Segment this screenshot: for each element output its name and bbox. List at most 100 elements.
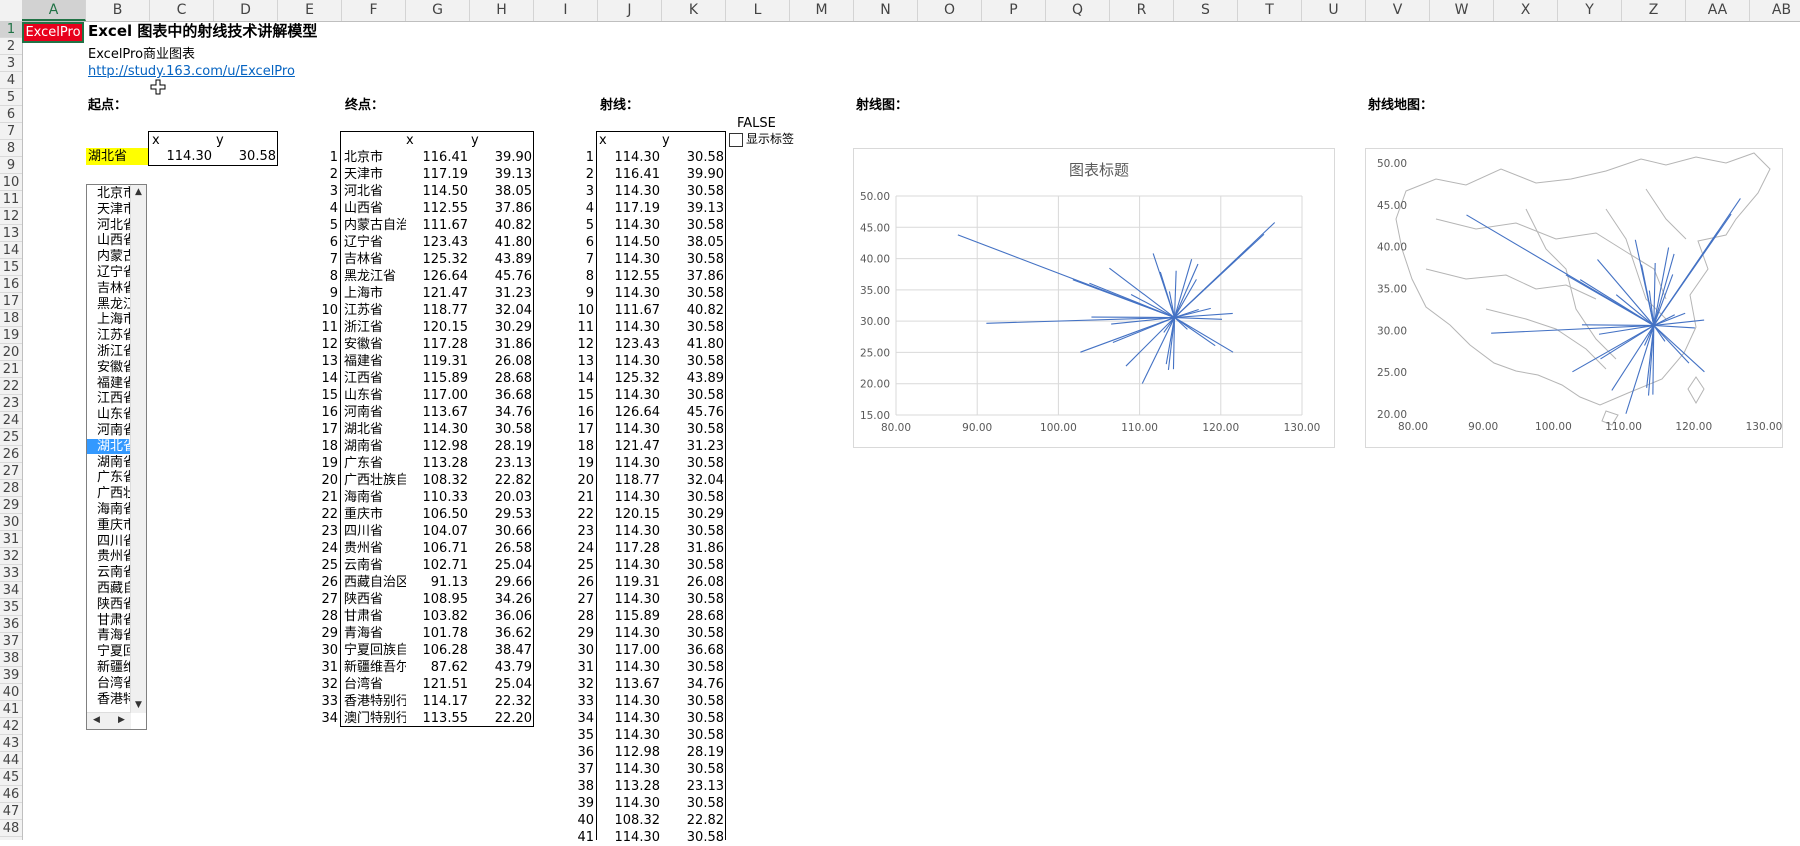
listbox-item[interactable]: 江苏省 [87,328,131,344]
row-header-8[interactable]: 8 [0,140,22,157]
row-header-10[interactable]: 10 [0,174,22,191]
listbox-item[interactable]: 甘肃省 [87,613,131,629]
listbox-item[interactable]: 河北省 [87,218,131,234]
listbox-item[interactable]: 广东省 [87,470,131,486]
row-header-44[interactable]: 44 [0,752,22,769]
listbox-item[interactable]: 四川省 [87,534,131,550]
row-header-17[interactable]: 17 [0,293,22,310]
row-header-2[interactable]: 2 [0,38,22,55]
row-header-15[interactable]: 15 [0,259,22,276]
listbox-item[interactable]: 重庆市 [87,518,131,534]
row-header-23[interactable]: 23 [0,395,22,412]
row-header-22[interactable]: 22 [0,378,22,395]
column-header-Q[interactable]: Q [1046,0,1110,21]
row-header-41[interactable]: 41 [0,701,22,718]
listbox-item[interactable]: 山西省 [87,233,131,249]
listbox-item[interactable]: 台湾省 [87,676,131,692]
row-header-24[interactable]: 24 [0,412,22,429]
listbox-item[interactable]: 河南省 [87,423,131,439]
column-header-I[interactable]: I [534,0,598,21]
listbox-vertical-scrollbar[interactable]: ▲ ▼ [130,185,146,713]
column-header-G[interactable]: G [406,0,470,21]
column-header-W[interactable]: W [1430,0,1494,21]
column-header-K[interactable]: K [662,0,726,21]
column-header-D[interactable]: D [214,0,278,21]
listbox-item[interactable]: 天津市 [87,202,131,218]
column-header-J[interactable]: J [598,0,662,21]
row-header-38[interactable]: 38 [0,650,22,667]
scroll-down-icon[interactable]: ▼ [132,699,145,712]
row-header-1[interactable]: 1 [0,21,22,38]
listbox-item[interactable]: 香港特 [87,692,131,708]
listbox-item[interactable]: 北京市 [87,186,131,202]
column-header-N[interactable]: N [854,0,918,21]
listbox-item[interactable]: 安徽省 [87,360,131,376]
listbox-item[interactable]: 浙江省 [87,344,131,360]
row-header-30[interactable]: 30 [0,514,22,531]
column-header-B[interactable]: B [86,0,150,21]
column-header-AA[interactable]: AA [1686,0,1750,21]
ray-chart[interactable]: 图表标题 80.00 90.00 100.00 110.00 120.00 130.00 15… [853,148,1335,448]
row-header-48[interactable]: 48 [0,820,22,837]
listbox-item[interactable]: 湖北省 [87,438,131,455]
listbox-item[interactable]: 西藏自 [87,581,131,597]
website-link[interactable]: http://study.163.com/u/ExcelPro [88,63,295,80]
row-header-32[interactable]: 32 [0,548,22,565]
column-header-T[interactable]: T [1238,0,1302,21]
listbox-item[interactable]: 吉林省 [87,281,131,297]
row-header-16[interactable]: 16 [0,276,22,293]
row-header-39[interactable]: 39 [0,667,22,684]
row-header-26[interactable]: 26 [0,446,22,463]
row-header-35[interactable]: 35 [0,599,22,616]
column-header-P[interactable]: P [982,0,1046,21]
column-header-M[interactable]: M [790,0,854,21]
row-header-6[interactable]: 6 [0,106,22,123]
listbox-item[interactable]: 内蒙古 [87,249,131,265]
column-header-R[interactable]: R [1110,0,1174,21]
row-header-40[interactable]: 40 [0,684,22,701]
column-header-X[interactable]: X [1494,0,1558,21]
row-header-5[interactable]: 5 [0,89,22,106]
row-header-21[interactable]: 21 [0,361,22,378]
row-header-42[interactable]: 42 [0,718,22,735]
column-header-F[interactable]: F [342,0,406,21]
row-header-18[interactable]: 18 [0,310,22,327]
listbox-item[interactable]: 陕西省 [87,597,131,613]
row-header-34[interactable]: 34 [0,582,22,599]
listbox-item[interactable]: 上海市 [87,312,131,328]
column-header-L[interactable]: L [726,0,790,21]
column-header-O[interactable]: O [918,0,982,21]
listbox-item[interactable]: 广西壮 [87,486,131,502]
row-header-47[interactable]: 47 [0,803,22,820]
row-header-19[interactable]: 19 [0,327,22,344]
scroll-up-icon[interactable]: ▲ [132,186,145,199]
column-header-Y[interactable]: Y [1558,0,1622,21]
column-header-C[interactable]: C [150,0,214,21]
listbox-item[interactable]: 海南省 [87,502,131,518]
listbox-item[interactable]: 新疆维 [87,660,131,676]
row-header-25[interactable]: 25 [0,429,22,446]
listbox-item[interactable]: 山东省 [87,407,131,423]
row-header-46[interactable]: 46 [0,786,22,803]
listbox-item[interactable]: 江西省 [87,391,131,407]
row-header-33[interactable]: 33 [0,565,22,582]
column-header-A[interactable]: A [22,0,86,21]
column-header-H[interactable]: H [470,0,534,21]
row-header-11[interactable]: 11 [0,191,22,208]
row-header-45[interactable]: 45 [0,769,22,786]
listbox-item[interactable]: 福建省 [87,376,131,392]
column-header-Z[interactable]: Z [1622,0,1686,21]
row-header-13[interactable]: 13 [0,225,22,242]
column-header-S[interactable]: S [1174,0,1238,21]
scroll-right-icon[interactable]: ▶ [115,714,128,727]
row-header-37[interactable]: 37 [0,633,22,650]
row-header-14[interactable]: 14 [0,242,22,259]
row-header-3[interactable]: 3 [0,55,22,72]
listbox-item[interactable]: 青海省 [87,628,131,644]
column-header-AB[interactable]: AB [1750,0,1800,21]
row-header-43[interactable]: 43 [0,735,22,752]
row-header-29[interactable]: 29 [0,497,22,514]
row-header-28[interactable]: 28 [0,480,22,497]
listbox-item[interactable]: 辽宁省 [87,265,131,281]
row-header-27[interactable]: 27 [0,463,22,480]
